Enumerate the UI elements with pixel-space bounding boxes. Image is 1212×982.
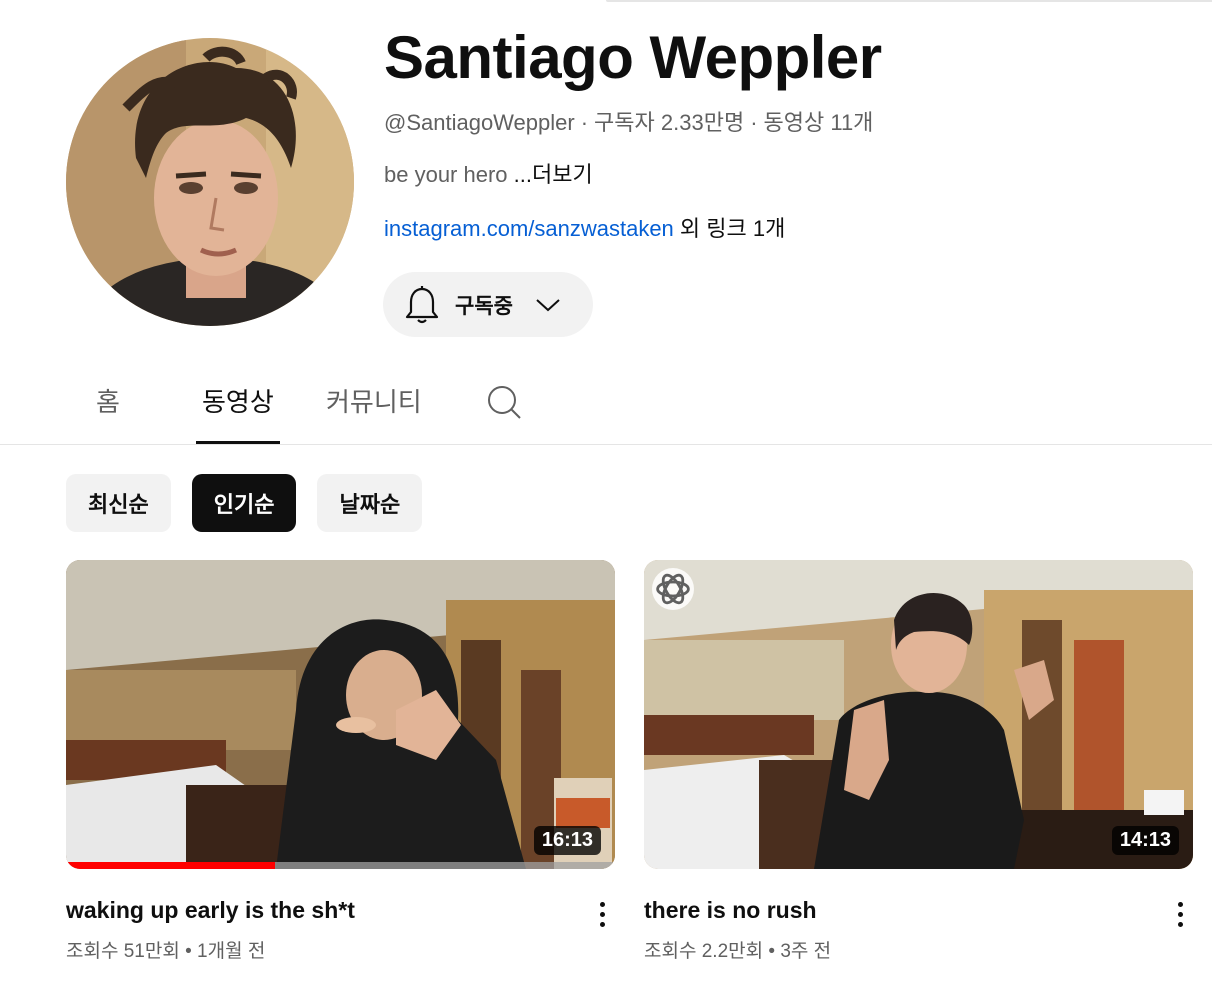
chevron-down-icon — [536, 298, 560, 311]
search-icon[interactable] — [486, 384, 522, 420]
sort-chips: 최신순 인기순 날짜순 — [66, 474, 423, 532]
video-title[interactable]: there is no rush — [644, 895, 1194, 925]
instagram-link[interactable]: instagram.com/sanzwastaken — [384, 216, 674, 241]
video-card[interactable]: 14:13 there is no rush 조회수 2.2만회 • 3주 전 — [644, 560, 1194, 965]
video-duration: 16:13 — [533, 826, 601, 855]
avatar-image — [66, 38, 354, 326]
meta-separator: • — [179, 941, 198, 962]
video-card[interactable]: 16:13 waking up early is the sh*t 조회수 51… — [66, 560, 616, 965]
watch-progress-fill — [66, 862, 275, 869]
tab-home[interactable]: 홈 — [96, 382, 120, 442]
top-divider — [606, 0, 1212, 2]
channel-name: Santiago Weppler — [384, 24, 882, 91]
chip-popular[interactable]: 인기순 — [191, 474, 297, 532]
more-actions-icon[interactable] — [1168, 896, 1192, 932]
bell-icon — [405, 285, 439, 323]
openai-logo-icon — [652, 568, 694, 610]
tab-videos[interactable]: 동영상 — [196, 382, 280, 444]
meta-separator: · — [750, 110, 758, 135]
subscriber-count: 구독자 2.33만명 — [594, 110, 745, 135]
channel-description[interactable]: be your hero ...더보기 — [384, 160, 1184, 190]
upload-age: 3주 전 — [780, 941, 832, 962]
tab-community[interactable]: 커뮤니티 — [326, 382, 422, 442]
upload-age: 1개월 전 — [197, 941, 266, 962]
channel-links: instagram.com/sanzwastaken 외 링크 1개 — [384, 214, 1184, 244]
video-meta: 조회수 2.2만회 • 3주 전 — [644, 939, 1194, 965]
more-actions-icon[interactable] — [590, 896, 614, 932]
thumbnail-image — [66, 560, 615, 869]
subscribe-label: 구독중 — [455, 294, 513, 318]
video-meta: 조회수 51만회 • 1개월 전 — [66, 939, 616, 965]
more-links-button[interactable]: 외 링크 1개 — [674, 216, 785, 241]
description-text: be your hero — [384, 162, 514, 187]
meta-separator: · — [580, 110, 589, 135]
chip-latest[interactable]: 최신순 — [66, 474, 171, 532]
thumbnail-image — [644, 560, 1193, 869]
subscribed-button[interactable]: 구독중 — [383, 272, 593, 337]
more-link[interactable]: ...더보기 — [514, 162, 593, 187]
channel-handle: @SantiagoWeppler — [384, 110, 575, 135]
watch-progress-bar — [66, 862, 615, 869]
meta-separator: • — [763, 941, 781, 962]
video-thumbnail[interactable]: 16:13 — [66, 560, 615, 869]
channel-info: Santiago Weppler @SantiagoWeppler · 구독자 2.… — [384, 22, 1184, 244]
view-count: 조회수 51만회 — [66, 941, 180, 962]
channel-tabs: 홈 동영상 커뮤니티 — [0, 370, 1212, 445]
chip-oldest[interactable]: 날짜순 — [317, 474, 423, 532]
video-count: 동영상 11개 — [763, 110, 874, 135]
channel-avatar[interactable] — [66, 38, 354, 326]
video-duration: 14:13 — [1111, 826, 1179, 855]
channel-meta: @SantiagoWeppler · 구독자 2.33만명 · 동영상 11개 — [384, 108, 1184, 138]
video-title[interactable]: waking up early is the sh*t — [66, 895, 616, 925]
video-thumbnail[interactable]: 14:13 — [644, 560, 1193, 869]
view-count: 조회수 2.2만회 — [644, 941, 764, 962]
